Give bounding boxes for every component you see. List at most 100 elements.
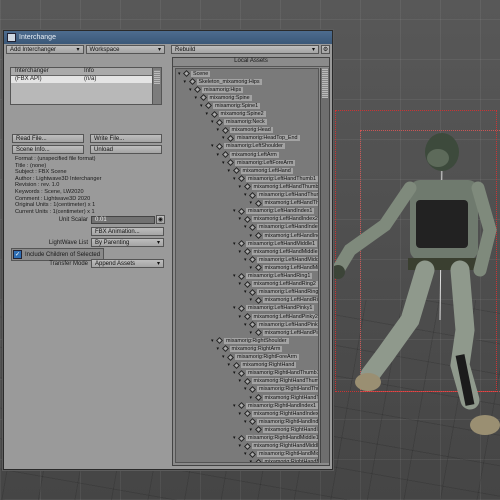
tree-node[interactable]: ▾mixamorig:LeftHandRing4 xyxy=(250,296,318,304)
tree-node[interactable]: ▾ mixamorig:LeftHandRing2 xyxy=(239,280,318,288)
interchanger-list[interactable]: Interchanger Info (FBX API) (n/a) xyxy=(10,67,162,105)
list-item[interactable]: (FBX API) (n/a) xyxy=(11,76,161,83)
tree-node[interactable]: ▾ mixamorig:LeftShoulder xyxy=(211,142,285,150)
scene-info-button[interactable]: Scene Info... xyxy=(12,145,84,154)
tree-node[interactable]: ▾ mixamorig:LeftHandThumb2 xyxy=(239,183,318,191)
tree-node[interactable]: ▾ mixamorig:LeftHandMiddle2 xyxy=(239,248,318,256)
tree-node[interactable]: ▾mixamorig:RightHandIndex4 xyxy=(250,426,318,434)
tree-node-label: mixamorig:Spine1 xyxy=(213,102,261,109)
tree-node[interactable]: ▾ mixamorig:RightHandIndex1 xyxy=(233,402,318,410)
tree-node[interactable]: ▾ mixamorig:RightHandMiddle1 xyxy=(233,434,319,442)
rebuild-dropdown[interactable]: Rebuild xyxy=(171,45,320,54)
read-file-button[interactable]: Read File... xyxy=(12,134,84,143)
tree-node-label: mixamorig:RightForeArm xyxy=(235,354,299,360)
tree-node[interactable]: ▾ mixamorig:LeftArm xyxy=(217,150,279,159)
write-file-label: Write File... xyxy=(94,135,125,142)
left-pane: Interchanger Info (FBX API) (n/a) Read F… xyxy=(6,57,168,466)
tree-node[interactable]: ▾mixamorig:LeftHandPinky4 xyxy=(250,329,318,337)
fbx-animation-button[interactable]: FBX Animation... xyxy=(91,227,164,236)
window-titlebar[interactable]: Interchange xyxy=(4,31,332,44)
tree-node[interactable]: ▾ mixamorig:LeftHandMiddle1 xyxy=(233,240,318,248)
tree-node[interactable]: ▾ mixamorig:LeftHandRing3 xyxy=(244,288,318,296)
tree-node[interactable]: ▾mixamorig:LeftHandThumb4 xyxy=(250,199,318,207)
tree-node[interactable]: ▾ mixamorig:RightForeArm xyxy=(222,353,299,361)
tree-node-label: mixamorig:LeftHandMiddle3 xyxy=(257,256,318,263)
tree-node[interactable]: ▾mixamorig:RightHandMiddle3 xyxy=(244,450,318,458)
tree-node[interactable]: ▾ mixamorig:LeftHandIndex1 xyxy=(233,207,315,215)
info-line: Revision : rev. 1.0 xyxy=(15,182,60,189)
tree-node[interactable]: ▾mixamorig:RightHandThumb3 xyxy=(244,385,318,393)
tree-node[interactable]: ▾ mixamorig:RightHandThumb2 xyxy=(239,377,318,385)
interchanger-name: (FBX API) xyxy=(15,76,42,82)
tree-node-label: mixamorig:LeftHandIndex3 xyxy=(257,224,318,231)
tree-node[interactable]: ▾mixamorig:LeftHandThumb3 xyxy=(244,191,318,199)
eye-icon[interactable]: ◉ xyxy=(156,215,165,224)
tree-node[interactable]: ▾ mixamorig:RightShoulder xyxy=(211,337,289,345)
asset-tree[interactable]: ▾ Scene ▾ Skeleton_mixamorig:Hips ▾ mixamorig… xyxy=(175,68,319,463)
tree-node[interactable]: ▾ mixamorig:RightHandIndex2 xyxy=(239,410,318,418)
tree-node[interactable]: ▾ mixamorig:LeftHandIndex3 xyxy=(244,223,318,231)
tree-node[interactable]: ▾ mixamorig:LeftHand xyxy=(228,167,293,175)
tree-node[interactable]: ▾mixamorig:RightHandMiddle4 xyxy=(250,458,318,462)
node-icon xyxy=(254,264,262,272)
tree-node[interactable]: ▾ mixamorig:LeftHandPinky3 xyxy=(244,321,318,329)
tree-node[interactable]: ▾ mixamorig:LeftHandPinky1 xyxy=(233,304,315,312)
tree-node-label: mixamorig:Spine2 xyxy=(218,111,266,117)
tree-node[interactable]: ▾mixamorig:RightHandIndex3 xyxy=(244,418,318,426)
tree-node[interactable]: ▾ mixamorig:LeftForeArm xyxy=(222,159,296,167)
node-icon xyxy=(248,418,257,426)
tree-node-label: mixamorig:LeftArm xyxy=(229,151,279,158)
check-icon[interactable]: ✓ xyxy=(13,250,22,259)
tree-node[interactable]: ▾ mixamorig:LeftHandRing1 xyxy=(233,272,313,280)
node-icon xyxy=(188,78,196,86)
tree-node[interactable]: ▾ mixamorig:HeadTop_End xyxy=(222,134,300,142)
tree-node[interactable]: ▾ mixamorig:RightHand xyxy=(228,361,297,369)
read-file-label: Read File... xyxy=(16,135,47,142)
tree-node[interactable]: ▾ mixamorig:RightHandMiddle2 xyxy=(239,442,318,450)
list-scrollbar[interactable] xyxy=(152,68,161,104)
unload-button[interactable]: Unload xyxy=(90,145,162,154)
workspace-dropdown[interactable]: Workspace xyxy=(85,45,166,54)
node-icon xyxy=(221,150,229,159)
tree-node[interactable]: ▾ mixamorig:Neck xyxy=(211,118,267,126)
tree-node-label: mixamorig:LeftHand xyxy=(240,167,293,174)
tree-node[interactable]: ▾ mixamorig:RightArm xyxy=(217,345,283,353)
tree-node[interactable]: ▾mixamorig:RightHandThumb4 xyxy=(250,393,318,402)
scrollbar-thumb[interactable] xyxy=(322,68,328,98)
tree-node[interactable]: ▾mixamorig:LeftHandMiddle3 xyxy=(244,256,318,264)
unit-scalar-field[interactable]: 0.01 xyxy=(91,215,155,224)
add-interchanger-dropdown[interactable]: Add Interchanger xyxy=(6,45,84,54)
tree-node[interactable]: ▾ mixamorig:Spine2 xyxy=(206,110,266,118)
tree-node[interactable]: ▾mixamorig:LeftHandIndex4 xyxy=(250,231,318,240)
tree-node[interactable]: ▾ mixamorig:Head xyxy=(217,126,273,134)
tree-node[interactable]: ▾ mixamorig:Spine xyxy=(195,94,252,102)
tree-node-label: mixamorig:RightHandMiddle1 xyxy=(246,435,319,441)
tree-node[interactable]: ▾ Skeleton_mixamorig:Hips xyxy=(184,78,262,86)
transfer-mode-dropdown[interactable]: Append Assets xyxy=(91,259,164,268)
write-file-button[interactable]: Write File... xyxy=(90,134,162,143)
tree-node[interactable]: ▾ mixamorig:RightHandThumb1 xyxy=(233,369,318,377)
node-icon xyxy=(243,248,251,256)
interchange-window[interactable]: Interchange Add Interchanger Workspace R… xyxy=(3,30,333,470)
tree-node[interactable]: ▾ mixamorig:Spine1 xyxy=(200,102,261,110)
gear-icon[interactable]: ⚙ xyxy=(321,45,330,54)
tree-node[interactable]: ▾ mixamorig:LeftHandIndex2 xyxy=(239,215,318,223)
tree-node[interactable]: ▾ mixamorig:Hips xyxy=(189,86,244,94)
tree-node-label: mixamorig:Spine xyxy=(207,94,252,101)
node-icon xyxy=(215,142,224,150)
info-line: Format : (unspecified file format) xyxy=(15,156,96,162)
tree-scrollbar[interactable] xyxy=(320,68,329,463)
tree-node-label: mixamorig:RightHandMiddle4 xyxy=(262,459,318,462)
tree-node[interactable]: ▾ mixamorig:LeftHandThumb1 xyxy=(233,175,318,183)
scrollbar-thumb[interactable] xyxy=(154,70,160,84)
tree-node[interactable]: ▾ Scene xyxy=(178,69,211,78)
node-icon xyxy=(248,191,257,199)
node-icon xyxy=(237,304,246,312)
local-assets-title: Local Assets xyxy=(173,58,329,67)
character-model[interactable] xyxy=(330,130,500,450)
tree-node[interactable]: ▾ mixamorig:LeftHandPinky2 xyxy=(239,312,318,321)
lightwave-list-dropdown[interactable]: By Parenting xyxy=(91,238,164,247)
lightwave-list-label: LightWave List xyxy=(48,239,88,246)
node-icon xyxy=(243,280,251,288)
tree-node[interactable]: ▾mixamorig:LeftHandMiddle4 xyxy=(250,264,318,272)
